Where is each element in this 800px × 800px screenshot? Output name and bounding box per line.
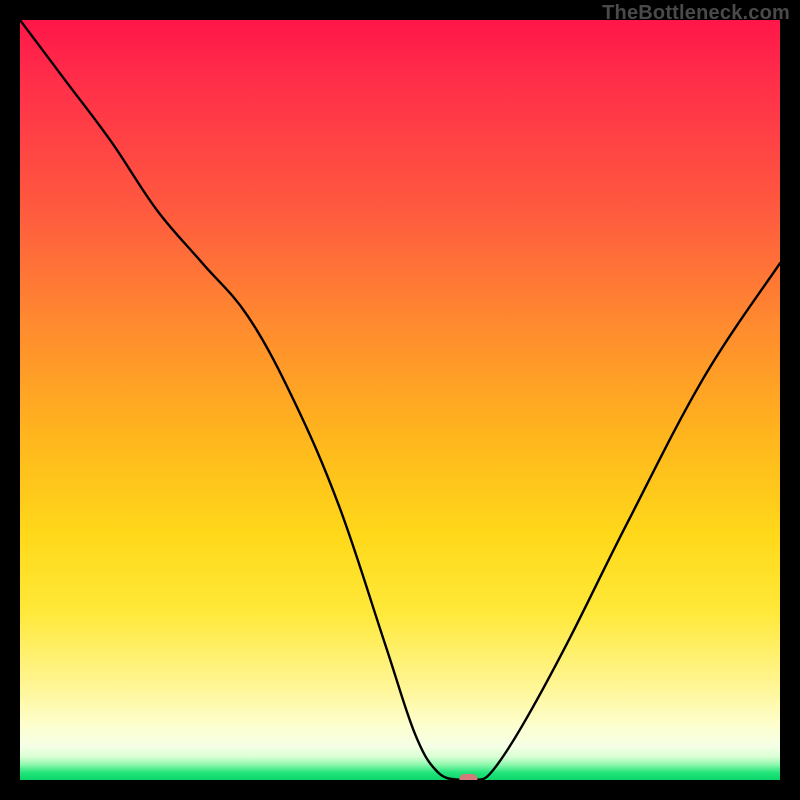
watermark-text: TheBottleneck.com [602,2,790,25]
plot-svg [20,20,780,780]
min-marker [459,774,477,780]
plot-area [20,20,780,780]
chart-frame: TheBottleneck.com [0,0,800,800]
bottleneck-curve [20,20,780,780]
